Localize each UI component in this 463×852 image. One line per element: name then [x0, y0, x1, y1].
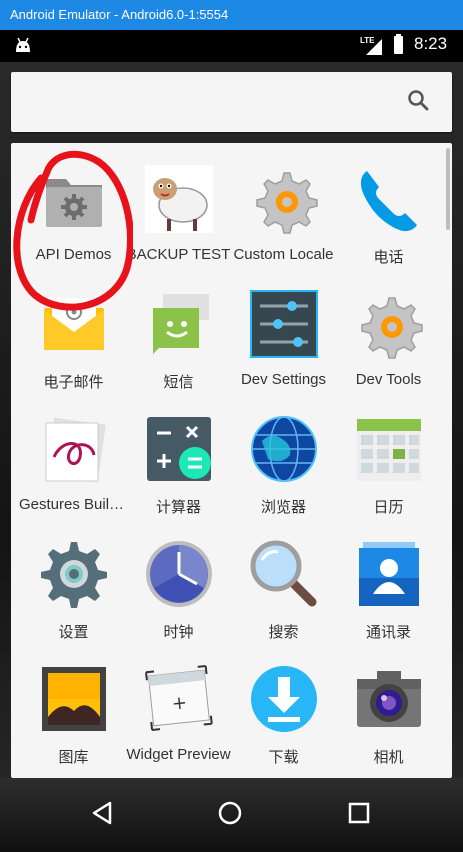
app-settings[interactable]: 设置 [21, 528, 126, 648]
app-phone[interactable]: 电话 [336, 153, 441, 273]
app-label: Dev Settings [240, 371, 327, 388]
gear-tools-icon [361, 297, 423, 359]
sms-icon [153, 294, 209, 354]
clock-icon [146, 541, 212, 607]
globe-icon [251, 416, 317, 482]
app-contacts[interactable]: 通讯录 [336, 528, 441, 648]
battery-icon [394, 34, 403, 54]
calendar-icon [357, 419, 421, 481]
search-icon[interactable] [406, 88, 430, 112]
app-label: 设置 [58, 624, 89, 641]
scrollbar[interactable] [446, 148, 450, 230]
app-label: Dev Tools [355, 371, 422, 388]
contacts-icon [359, 542, 419, 606]
app-browser[interactable]: 浏览器 [231, 403, 336, 523]
app-label: 相机 [373, 749, 404, 766]
email-icon [44, 298, 104, 350]
app-label: 短信 [163, 374, 194, 391]
gear-locale-icon [256, 172, 318, 234]
download-icon [251, 666, 317, 732]
app-label: 电子邮件 [43, 374, 104, 391]
app-label: API Demos [35, 246, 112, 263]
home-icon[interactable] [217, 800, 243, 826]
app-label: 浏览器 [260, 499, 306, 516]
widget-preview-icon: + [145, 665, 213, 731]
app-clock[interactable]: 时钟 [126, 528, 231, 648]
clock-time: 8:23 [414, 34, 448, 53]
app-label: 时钟 [163, 624, 194, 641]
recent-apps-icon[interactable] [348, 802, 370, 824]
app-label: 日历 [373, 499, 404, 516]
app-api-demos[interactable]: API Demos [21, 153, 126, 273]
app-custom-locale[interactable]: Custom Locale [231, 153, 336, 273]
app-label: 下载 [268, 749, 299, 766]
search-bar[interactable] [11, 72, 452, 132]
app-camera[interactable]: 相机 [336, 653, 441, 773]
app-calculator[interactable]: 计算器 [126, 403, 231, 523]
app-widget-preview[interactable]: + Widget Preview [126, 653, 231, 773]
app-drawer[interactable]: API Demos BACKUP TEST Custom Locale 电话 电… [11, 143, 452, 778]
app-search[interactable]: 搜索 [231, 528, 336, 648]
phone-icon [360, 171, 417, 232]
app-label: 通讯录 [365, 624, 411, 641]
app-dev-settings[interactable]: Dev Settings [231, 278, 336, 398]
app-label: 图库 [58, 749, 89, 766]
app-label: Custom Locale [233, 246, 334, 263]
app-dev-tools[interactable]: Dev Tools [336, 278, 441, 398]
gestures-icon [45, 417, 106, 483]
status-bar: LTE 8:23 [0, 30, 463, 62]
settings-folder-icon [46, 179, 102, 227]
camera-icon [357, 671, 421, 727]
app-label: Widget Preview [126, 746, 231, 763]
app-gallery[interactable]: 图库 [21, 653, 126, 773]
signal-icon [366, 39, 382, 55]
magnifier-icon [250, 540, 317, 607]
settings-icon [41, 542, 107, 608]
app-label: Gestures Builder [19, 496, 128, 513]
app-backup-test[interactable]: BACKUP TEST [126, 153, 231, 273]
app-sms[interactable]: 短信 [126, 278, 231, 398]
app-gestures-builder[interactable]: Gestures Builder [19, 403, 128, 523]
app-label: BACKUP TEST [126, 246, 231, 263]
app-label: 计算器 [155, 499, 201, 516]
app-calendar[interactable]: 日历 [336, 403, 441, 523]
back-icon[interactable] [90, 800, 116, 826]
svg-text:+: + [171, 692, 188, 714]
window-title: Android Emulator - Android6.0-1:5554 [0, 0, 463, 30]
calculator-icon [147, 417, 211, 481]
app-downloads[interactable]: 下载 [231, 653, 336, 773]
sheep-icon [145, 165, 213, 233]
android-notification-icon [16, 37, 30, 52]
app-label: 搜索 [268, 624, 299, 641]
app-label: 电话 [373, 249, 404, 266]
emulator-screen: LTE 8:23 API Demos BACKUP TEST Custom Lo… [0, 30, 463, 852]
navigation-bar [0, 778, 463, 852]
sliders-icon [250, 290, 318, 358]
app-email[interactable]: 电子邮件 [21, 278, 126, 398]
gallery-icon [42, 667, 106, 731]
